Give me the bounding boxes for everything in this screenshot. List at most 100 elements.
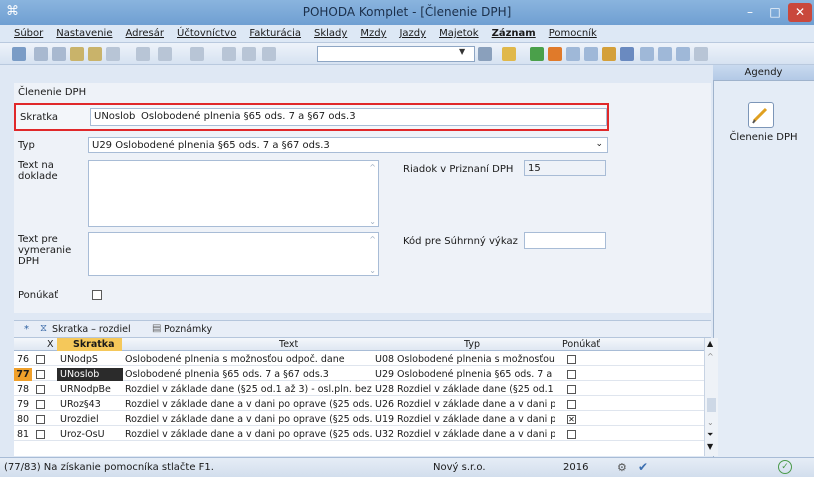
close-button[interactable]: ✕	[788, 3, 812, 22]
table-row[interactable]: 81 Uroz-OsU Rozdiel v základe dane a v dan…	[14, 428, 704, 441]
new-record-icon[interactable]: *	[24, 324, 29, 335]
toolbar-icon[interactable]	[34, 47, 48, 61]
scroll-down-icon[interactable]: ▼	[707, 442, 713, 451]
riadok-field[interactable]: 15	[524, 160, 606, 176]
tab-poznamky[interactable]: Poznámky	[164, 324, 212, 335]
table-row[interactable]: 80 Urozdiel Rozdiel v základe dane a v dan…	[14, 413, 704, 426]
table-row[interactable]: 77 UNoslob Oslobodené plnenia §65 ods. 7 a…	[14, 368, 704, 381]
scroll-down-icon[interactable]: ⌄	[369, 217, 376, 226]
table-row[interactable]: 79 URoz§43 Rozdiel v základe dane a v dani…	[14, 398, 704, 411]
status-text: (77/83) Na získanie pomocníka stlačte F1…	[4, 462, 214, 473]
toolbar-icon[interactable]	[242, 47, 256, 61]
menu-zaznam[interactable]: Záznam	[492, 28, 536, 39]
toolbar-icon[interactable]	[478, 47, 492, 61]
scroll-up-icon[interactable]: ^	[369, 235, 376, 244]
text-na-doklade-field[interactable]: ^ ⌄	[88, 160, 379, 227]
menu-fakturacia[interactable]: Fakturácia	[249, 28, 301, 39]
toolbar-icon[interactable]	[136, 47, 150, 61]
menu-jazdy[interactable]: Jazdy	[399, 28, 426, 39]
notes-icon: ▤	[152, 323, 162, 334]
row-typ: U29 Oslobodené plnenia §65 ods. 7 a §6	[375, 369, 555, 380]
row-ponukat-checkbox[interactable]	[567, 368, 576, 381]
toolbar-combo[interactable]	[317, 46, 475, 62]
row-ponukat-checkbox[interactable]	[567, 398, 576, 411]
row-skratka: Uroz-OsU	[60, 429, 105, 440]
row-x-checkbox[interactable]	[36, 368, 45, 381]
row-x-checkbox[interactable]	[36, 353, 45, 366]
toolbar-icon[interactable]	[12, 47, 26, 61]
menu-majetok[interactable]: Majetok	[439, 28, 479, 39]
scroll-up-icon[interactable]: ^	[707, 352, 714, 361]
menu-subor[interactable]: Súbor	[14, 28, 43, 39]
menu-pomocnik[interactable]: Pomocník	[549, 28, 597, 39]
toolbar-icon[interactable]	[222, 47, 236, 61]
row-x-checkbox[interactable]	[36, 398, 45, 411]
toolbar-icon[interactable]	[548, 47, 562, 61]
toolbar-icon[interactable]	[620, 47, 634, 61]
row-x-checkbox[interactable]	[36, 383, 45, 396]
toolbar-icon[interactable]	[88, 47, 102, 61]
chevron-down-icon[interactable]: ⌄	[595, 139, 603, 149]
toolbar-icon[interactable]	[640, 47, 654, 61]
toolbar-icon[interactable]	[566, 47, 580, 61]
row-text: Oslobodené plnenia §65 ods. 7 a §67 ods.…	[125, 369, 329, 380]
maximize-button[interactable]: □	[763, 3, 787, 22]
toolbar-icon[interactable]	[158, 47, 172, 61]
row-number: 77	[14, 368, 32, 381]
toolbar-icon[interactable]	[530, 47, 544, 61]
row-text: Rozdiel v základe dane (§25 od.1 až 3) -…	[125, 384, 373, 395]
toolbar-icon[interactable]	[262, 47, 276, 61]
table-row[interactable]: 76 UNodpS Oslobodené plnenia s možnosťou o…	[14, 353, 704, 366]
text-pre-field[interactable]: ^ ⌄	[88, 232, 379, 276]
status-company: Nový s.r.o.	[433, 462, 486, 473]
toolbar-icon[interactable]	[52, 47, 66, 61]
menu-uctovnictvo[interactable]: Účtovníctvo	[177, 28, 236, 39]
folder-icon[interactable]	[502, 47, 516, 61]
agenda-item-label[interactable]: Členenie DPH	[713, 132, 814, 143]
toolbar-icon[interactable]	[106, 47, 120, 61]
menu-adresar[interactable]: Adresár	[125, 28, 164, 39]
toolbar-icon[interactable]	[676, 47, 690, 61]
toolbar-icon[interactable]	[70, 47, 84, 61]
toolbar-icon[interactable]	[602, 47, 616, 61]
row-ponukat-checkbox[interactable]: ✕	[567, 413, 576, 426]
col-skratka[interactable]: Skratka	[57, 338, 122, 351]
row-ponukat-checkbox[interactable]	[567, 353, 576, 366]
menu-nastavenie[interactable]: Nastavenie	[56, 28, 112, 39]
row-x-checkbox[interactable]	[36, 428, 45, 441]
row-ponukat-checkbox[interactable]	[567, 428, 576, 441]
row-typ: U26 Rozdiel v základe dane a v dani po	[375, 399, 555, 410]
skratka-field[interactable]: UNoslob Oslobodené plnenia §65 ods. 7 a …	[90, 108, 607, 126]
col-typ[interactable]: Typ	[464, 338, 480, 351]
scroll-up-icon[interactable]: ▲	[707, 339, 713, 348]
settings-icon[interactable]: ⚙	[617, 461, 627, 474]
row-number: 78	[16, 384, 30, 395]
scroll-up-icon[interactable]: ^	[369, 163, 376, 172]
col-x[interactable]: X	[47, 338, 54, 351]
table-row[interactable]: 78 URNodpBe Rozdiel v základe dane (§25 od…	[14, 383, 704, 396]
clenenie-dph-icon[interactable]	[748, 102, 774, 128]
edit-icon[interactable]: ✔	[638, 460, 648, 474]
toolbar-icon[interactable]	[190, 47, 204, 61]
toolbar-icon[interactable]	[694, 47, 708, 61]
toolbar-icon[interactable]	[584, 47, 598, 61]
chevron-down-icon[interactable]: ▼	[459, 47, 465, 56]
scroll-down-icon[interactable]: ⌄	[369, 266, 376, 275]
menu-sklady[interactable]: Sklady	[314, 28, 347, 39]
menu-mzdy[interactable]: Mzdy	[360, 28, 386, 39]
tab-skratka-rozdiel[interactable]: Skratka – rozdiel	[52, 324, 131, 335]
col-ponukat[interactable]: Ponúkať	[562, 338, 600, 351]
typ-select[interactable]: U29 Oslobodené plnenia §65 ods. 7 a §67 …	[88, 137, 608, 153]
table-scrollbar[interactable]: ▲ ^ ⌄ ⏷ ▼	[704, 338, 718, 456]
ponukat-checkbox[interactable]	[92, 290, 102, 300]
toolbar-icon[interactable]	[658, 47, 672, 61]
scroll-down-icon[interactable]: ⌄	[707, 418, 714, 427]
minimize-button[interactable]: –	[738, 3, 762, 22]
ok-icon[interactable]: ✓	[778, 460, 792, 474]
scroll-down-icon[interactable]: ⏷	[707, 430, 713, 440]
row-x-checkbox[interactable]	[36, 413, 45, 426]
kod-field[interactable]	[524, 232, 606, 249]
col-text[interactable]: Text	[279, 338, 298, 351]
scroll-thumb[interactable]	[707, 398, 716, 412]
row-ponukat-checkbox[interactable]	[567, 383, 576, 396]
